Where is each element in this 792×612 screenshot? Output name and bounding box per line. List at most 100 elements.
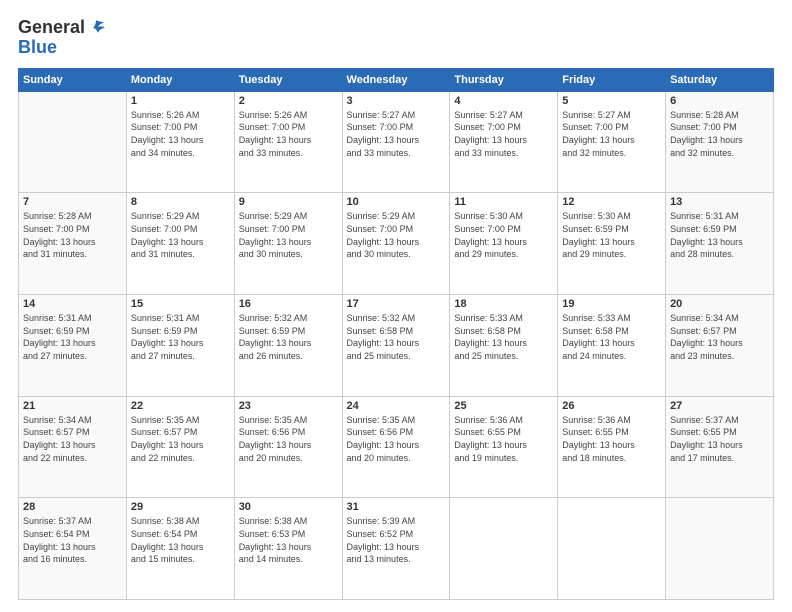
calendar-cell: 14 Sunrise: 5:31 AM Sunset: 6:59 PM Dayli… [19, 295, 127, 397]
logo-bird-icon [86, 18, 106, 38]
day-info: Sunrise: 5:35 AM Sunset: 6:57 PM Dayligh… [131, 414, 230, 464]
day-info: Sunrise: 5:38 AM Sunset: 6:54 PM Dayligh… [131, 515, 230, 565]
calendar-cell: 13Sunrise: 5:31 AM Sunset: 6:59 PM Dayli… [666, 193, 774, 295]
weekday-header-sunday: Sunday [19, 68, 127, 91]
logo-block: General Blue [18, 18, 107, 58]
day-info: Sunrise: 5:27 AM Sunset: 7:00 PM Dayligh… [454, 109, 553, 159]
day-info: Sunrise: 5:28 AM Sunset: 7:00 PM Dayligh… [23, 210, 122, 260]
calendar-cell: 20 Sunrise: 5:34 AM Sunset: 6:57 PM Dayli… [666, 295, 774, 397]
day-number: 29 [131, 501, 230, 513]
calendar-cell: 11 Sunrise: 5:30 AM Sunset: 7:00 PM Dayli… [450, 193, 558, 295]
calendar-cell: 23Sunrise: 5:35 AM Sunset: 6:56 PM Dayli… [234, 396, 342, 498]
day-info: Sunrise: 5:33 AM Sunset: 6:58 PM Dayligh… [454, 312, 553, 362]
day-number: 25 [454, 400, 553, 412]
day-number: 11 [454, 196, 553, 208]
day-number: 16 [239, 298, 338, 310]
weekday-header-thursday: Thursday [450, 68, 558, 91]
calendar-cell: 26 Sunrise: 5:36 AM Sunset: 6:55 PM Dayli… [558, 396, 666, 498]
day-number: 19 [562, 298, 661, 310]
calendar-cell: 4 Sunrise: 5:27 AM Sunset: 7:00 PM Daylig… [450, 91, 558, 193]
day-info: Sunrise: 5:38 AM Sunset: 6:53 PM Dayligh… [239, 515, 338, 565]
calendar-cell: 17 Sunrise: 5:32 AM Sunset: 6:58 PM Dayli… [342, 295, 450, 397]
calendar-cell [450, 498, 558, 600]
calendar-cell: 24Sunrise: 5:35 AM Sunset: 6:56 PM Dayli… [342, 396, 450, 498]
day-info: Sunrise: 5:30 AM Sunset: 6:59 PM Dayligh… [562, 210, 661, 260]
calendar-cell [19, 91, 127, 193]
day-info: Sunrise: 5:36 AM Sunset: 6:55 PM Dayligh… [454, 414, 553, 464]
logo: General Blue [18, 18, 107, 58]
day-info: Sunrise: 5:29 AM Sunset: 7:00 PM Dayligh… [131, 210, 230, 260]
week-row-1: 1 Sunrise: 5:26 AM Sunset: 7:00 PM Daylig… [19, 91, 774, 193]
day-number: 8 [131, 196, 230, 208]
weekday-header-saturday: Saturday [666, 68, 774, 91]
calendar-cell: 22 Sunrise: 5:35 AM Sunset: 6:57 PM Dayli… [126, 396, 234, 498]
day-info: Sunrise: 5:35 AM Sunset: 6:56 PM Dayligh… [239, 414, 338, 464]
day-number: 13 [670, 196, 769, 208]
calendar-cell: 25 Sunrise: 5:36 AM Sunset: 6:55 PM Dayli… [450, 396, 558, 498]
calendar-cell: 3Sunrise: 5:27 AM Sunset: 7:00 PM Daylig… [342, 91, 450, 193]
weekday-header-tuesday: Tuesday [234, 68, 342, 91]
weekday-header-row: SundayMondayTuesdayWednesdayThursdayFrid… [19, 68, 774, 91]
day-number: 10 [347, 196, 446, 208]
week-row-5: 28 Sunrise: 5:37 AM Sunset: 6:54 PM Dayli… [19, 498, 774, 600]
day-info: Sunrise: 5:26 AM Sunset: 7:00 PM Dayligh… [131, 109, 230, 159]
calendar-cell: 18 Sunrise: 5:33 AM Sunset: 6:58 PM Dayli… [450, 295, 558, 397]
day-number: 9 [239, 196, 338, 208]
day-number: 6 [670, 95, 769, 107]
day-info: Sunrise: 5:27 AM Sunset: 7:00 PM Dayligh… [347, 109, 446, 159]
day-number: 17 [347, 298, 446, 310]
day-info: Sunrise: 5:32 AM Sunset: 6:58 PM Dayligh… [347, 312, 446, 362]
day-number: 26 [562, 400, 661, 412]
day-info: Sunrise: 5:30 AM Sunset: 7:00 PM Dayligh… [454, 210, 553, 260]
day-info: Sunrise: 5:28 AM Sunset: 7:00 PM Dayligh… [670, 109, 769, 159]
calendar-cell: 5 Sunrise: 5:27 AM Sunset: 7:00 PM Daylig… [558, 91, 666, 193]
day-info: Sunrise: 5:29 AM Sunset: 7:00 PM Dayligh… [347, 210, 446, 260]
calendar-cell: 27 Sunrise: 5:37 AM Sunset: 6:55 PM Dayli… [666, 396, 774, 498]
day-number: 28 [23, 501, 122, 513]
day-info: Sunrise: 5:32 AM Sunset: 6:59 PM Dayligh… [239, 312, 338, 362]
day-info: Sunrise: 5:37 AM Sunset: 6:55 PM Dayligh… [670, 414, 769, 464]
day-number: 14 [23, 298, 122, 310]
weekday-header-wednesday: Wednesday [342, 68, 450, 91]
week-row-3: 14 Sunrise: 5:31 AM Sunset: 6:59 PM Dayli… [19, 295, 774, 397]
calendar-cell: 30 Sunrise: 5:38 AM Sunset: 6:53 PM Dayli… [234, 498, 342, 600]
calendar-cell: 16 Sunrise: 5:32 AM Sunset: 6:59 PM Dayli… [234, 295, 342, 397]
day-number: 5 [562, 95, 661, 107]
weekday-header-friday: Friday [558, 68, 666, 91]
logo-general: General [18, 18, 85, 38]
day-info: Sunrise: 5:31 AM Sunset: 6:59 PM Dayligh… [23, 312, 122, 362]
calendar-cell [558, 498, 666, 600]
day-info: Sunrise: 5:29 AM Sunset: 7:00 PM Dayligh… [239, 210, 338, 260]
calendar-cell: 1 Sunrise: 5:26 AM Sunset: 7:00 PM Daylig… [126, 91, 234, 193]
page: General Blue SundayMondayTuesdayWednesda… [0, 0, 792, 612]
day-info: Sunrise: 5:36 AM Sunset: 6:55 PM Dayligh… [562, 414, 661, 464]
calendar-table: SundayMondayTuesdayWednesdayThursdayFrid… [18, 68, 774, 600]
weekday-header-monday: Monday [126, 68, 234, 91]
day-info: Sunrise: 5:37 AM Sunset: 6:54 PM Dayligh… [23, 515, 122, 565]
day-number: 30 [239, 501, 338, 513]
day-info: Sunrise: 5:39 AM Sunset: 6:52 PM Dayligh… [347, 515, 446, 565]
calendar-cell [666, 498, 774, 600]
calendar-cell: 12Sunrise: 5:30 AM Sunset: 6:59 PM Dayli… [558, 193, 666, 295]
calendar-cell: 9 Sunrise: 5:29 AM Sunset: 7:00 PM Daylig… [234, 193, 342, 295]
week-row-2: 7Sunrise: 5:28 AM Sunset: 7:00 PM Daylig… [19, 193, 774, 295]
day-number: 4 [454, 95, 553, 107]
day-info: Sunrise: 5:35 AM Sunset: 6:56 PM Dayligh… [347, 414, 446, 464]
day-number: 22 [131, 400, 230, 412]
day-number: 20 [670, 298, 769, 310]
day-info: Sunrise: 5:34 AM Sunset: 6:57 PM Dayligh… [670, 312, 769, 362]
day-number: 1 [131, 95, 230, 107]
calendar-cell: 8 Sunrise: 5:29 AM Sunset: 7:00 PM Daylig… [126, 193, 234, 295]
day-info: Sunrise: 5:34 AM Sunset: 6:57 PM Dayligh… [23, 414, 122, 464]
calendar-cell: 7Sunrise: 5:28 AM Sunset: 7:00 PM Daylig… [19, 193, 127, 295]
calendar-cell: 6 Sunrise: 5:28 AM Sunset: 7:00 PM Daylig… [666, 91, 774, 193]
calendar-cell: 28 Sunrise: 5:37 AM Sunset: 6:54 PM Dayli… [19, 498, 127, 600]
week-row-4: 21Sunrise: 5:34 AM Sunset: 6:57 PM Dayli… [19, 396, 774, 498]
calendar-cell: 21Sunrise: 5:34 AM Sunset: 6:57 PM Dayli… [19, 396, 127, 498]
day-number: 27 [670, 400, 769, 412]
header: General Blue [18, 18, 774, 58]
day-info: Sunrise: 5:26 AM Sunset: 7:00 PM Dayligh… [239, 109, 338, 159]
day-number: 18 [454, 298, 553, 310]
calendar-cell: 10 Sunrise: 5:29 AM Sunset: 7:00 PM Dayli… [342, 193, 450, 295]
day-info: Sunrise: 5:27 AM Sunset: 7:00 PM Dayligh… [562, 109, 661, 159]
